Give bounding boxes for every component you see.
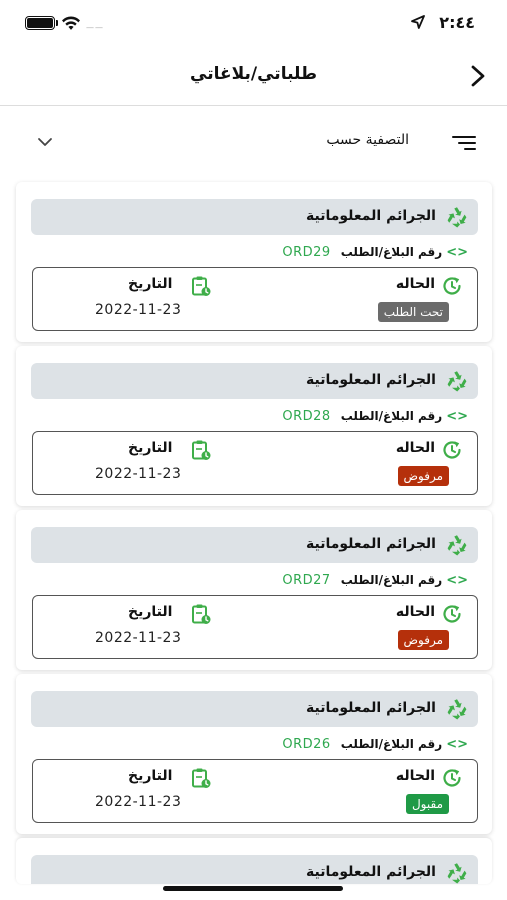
requests-list: الجرائم المعلوماتية <> رقم البلاغ/الطلب … <box>16 182 492 888</box>
order-row: <> رقم البلاغ/الطلب ORD26 <box>282 734 468 754</box>
card-header: الجرائم المعلوماتية <box>31 527 478 563</box>
request-card[interactable]: الجرائم المعلوماتية <> رقم البلاغ/الطلب … <box>16 182 492 342</box>
order-number: ORD27 <box>282 572 331 588</box>
filter-label: التصفية حسب <box>326 132 409 148</box>
info-box: الحاله تحت الطلب التاريخ 2022-11-23 <box>32 267 478 331</box>
recycle-icon <box>447 207 467 228</box>
battery-tip <box>56 20 58 26</box>
recycle-icon <box>447 371 467 392</box>
location-arrow-icon <box>411 15 425 29</box>
status-title: الحاله <box>395 768 435 784</box>
clock-time: ٢:٤٤ <box>439 13 475 32</box>
date-value: 2022-11-23 <box>95 794 182 810</box>
order-number: ORD29 <box>282 244 331 260</box>
status-badge: مرفوض <box>397 466 449 486</box>
filter-lines-icon[interactable] <box>451 133 477 153</box>
clipboard-clock-icon <box>192 768 211 788</box>
date-title: التاريخ <box>128 768 173 784</box>
card-header: الجرائم المعلوماتية <box>31 363 478 399</box>
date-value: 2022-11-23 <box>95 630 182 646</box>
recycle-icon <box>447 699 467 720</box>
status-badge: مرفوض <box>397 630 449 650</box>
order-row: <> رقم البلاغ/الطلب ORD29 <box>282 242 468 262</box>
category-title: الجرائم المعلوماتية <box>306 864 436 880</box>
recycle-icon <box>447 535 467 556</box>
refresh-clock-icon <box>443 769 461 787</box>
info-box: الحاله مقبول التاريخ 2022-11-23 <box>32 759 478 823</box>
clipboard-clock-icon <box>192 440 211 460</box>
status-title: الحاله <box>395 604 435 620</box>
carrier-text: —— <box>86 23 104 32</box>
date-value: 2022-11-23 <box>95 302 182 318</box>
code-brackets-icon: <> <box>446 244 468 260</box>
order-label: رقم البلاغ/الطلب <box>340 573 443 587</box>
page-title: طلباتي/بلاغاتي <box>190 64 317 84</box>
clipboard-clock-icon <box>192 604 211 624</box>
order-label: رقم البلاغ/الطلب <box>340 409 443 423</box>
code-brackets-icon: <> <box>446 408 468 424</box>
status-title: الحاله <box>395 440 435 456</box>
status-bar: —— ٢:٤٤ <box>0 0 507 46</box>
order-row: <> رقم البلاغ/الطلب ORD27 <box>282 570 468 590</box>
order-label: رقم البلاغ/الطلب <box>340 245 443 259</box>
status-badge: تحت الطلب <box>377 302 449 322</box>
refresh-clock-icon <box>443 605 461 623</box>
category-title: الجرائم المعلوماتية <box>306 700 436 716</box>
date-title: التاريخ <box>128 604 173 620</box>
info-box: الحاله مرفوض التاريخ 2022-11-23 <box>32 431 478 495</box>
order-number: ORD28 <box>282 408 331 424</box>
battery-icon <box>25 16 55 30</box>
wifi-icon <box>62 16 80 30</box>
refresh-clock-icon <box>443 277 461 295</box>
order-label: رقم البلاغ/الطلب <box>340 737 443 751</box>
chevron-down-icon[interactable] <box>36 134 54 150</box>
request-card[interactable]: الجرائم المعلوماتية <> رقم البلاغ/الطلب … <box>16 674 492 834</box>
card-header: الجرائم المعلوماتية <box>31 691 478 727</box>
request-card[interactable]: الجرائم المعلوماتية <> رقم البلاغ/الطلب … <box>16 510 492 670</box>
category-title: الجرائم المعلوماتية <box>306 536 436 552</box>
request-card[interactable]: الجرائم المعلوماتية <> رقم البلاغ/الطلب … <box>16 346 492 506</box>
navigation-bar: طلباتي/بلاغاتي <box>0 46 507 106</box>
order-row: <> رقم البلاغ/الطلب ORD28 <box>282 406 468 426</box>
date-title: التاريخ <box>128 276 173 292</box>
request-card[interactable]: الجرائم المعلوماتية <box>16 838 492 884</box>
recycle-icon <box>447 863 467 884</box>
status-title: الحاله <box>395 276 435 292</box>
order-number: ORD26 <box>282 736 331 752</box>
code-brackets-icon: <> <box>446 736 468 752</box>
date-value: 2022-11-23 <box>95 466 182 482</box>
back-chevron-icon[interactable] <box>467 62 489 90</box>
date-title: التاريخ <box>128 440 173 456</box>
category-title: الجرائم المعلوماتية <box>306 208 436 224</box>
category-title: الجرائم المعلوماتية <box>306 372 436 388</box>
filter-row[interactable]: التصفية حسب <box>0 120 507 166</box>
clipboard-clock-icon <box>192 276 211 296</box>
home-indicator <box>163 886 343 891</box>
refresh-clock-icon <box>443 441 461 459</box>
card-header: الجرائم المعلوماتية <box>31 855 478 884</box>
status-badge: مقبول <box>405 794 449 814</box>
card-header: الجرائم المعلوماتية <box>31 199 478 235</box>
info-box: الحاله مرفوض التاريخ 2022-11-23 <box>32 595 478 659</box>
code-brackets-icon: <> <box>446 572 468 588</box>
